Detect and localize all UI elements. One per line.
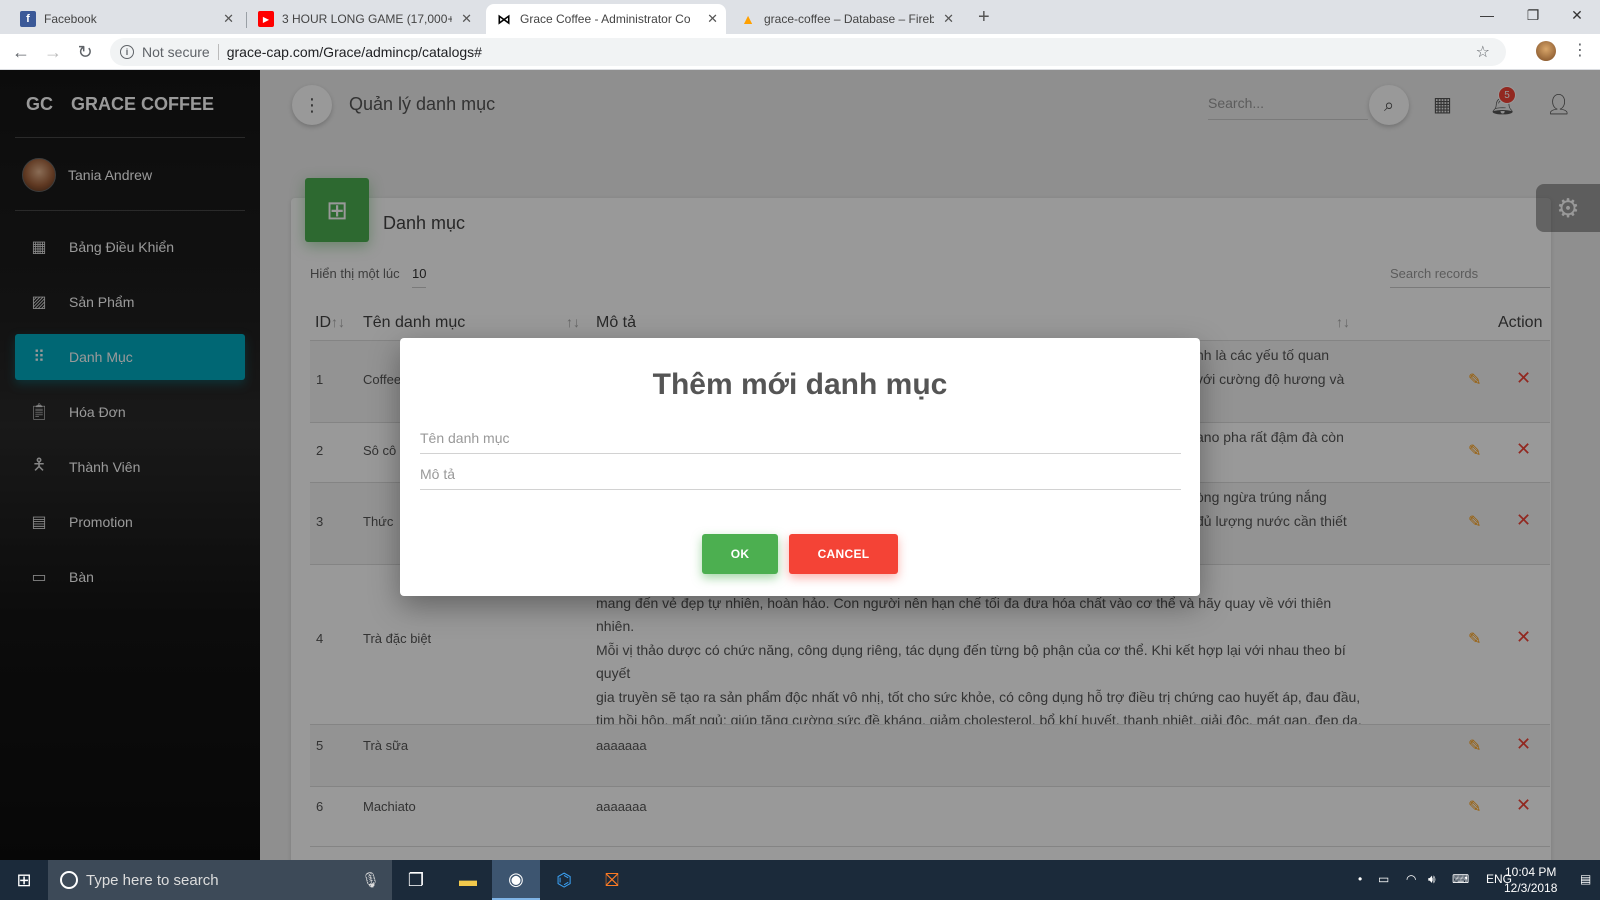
address-bar: ← → ↻ i Not secure grace-cap.com/Grace/a… xyxy=(0,34,1600,70)
clock-time: 10:04 PM xyxy=(1505,865,1557,879)
omnibox[interactable]: i Not secure grace-cap.com/Grace/admincp… xyxy=(110,38,1506,66)
windows-start-icon[interactable]: ⊞ xyxy=(0,860,48,900)
firebase-icon: ▲ xyxy=(741,11,755,27)
bookmark-star-icon[interactable]: ☆ xyxy=(1476,42,1490,62)
back-icon[interactable]: ← xyxy=(10,41,32,63)
forward-icon[interactable]: → xyxy=(42,41,64,63)
windows-taskbar: ⊞ Type here to search 🎙︎ ❐ ▬ ◉ ⌬ ⛝ • ▭ ◠… xyxy=(0,860,1600,900)
category-description-input[interactable]: Mô tả xyxy=(420,456,1181,490)
wifi-icon[interactable]: ◠ xyxy=(1406,872,1416,886)
minimize-icon[interactable]: — xyxy=(1464,0,1510,30)
reload-icon[interactable]: ↻ xyxy=(74,41,96,63)
xampp-icon[interactable]: ⛝ xyxy=(588,860,636,900)
battery-icon[interactable]: ▭ xyxy=(1378,872,1389,886)
action-center-icon[interactable]: ▤ xyxy=(1580,872,1591,886)
browser-tab-strip: f Facebook ✕ ▶ 3 HOUR LONG GAME (17,000+… xyxy=(0,0,1600,34)
bowtie-icon: ⋈ xyxy=(497,10,511,27)
facebook-icon: f xyxy=(20,11,36,27)
browser-tab-firebase[interactable]: ▲ grace-coffee – Database – Fireba ✕ xyxy=(730,4,962,34)
category-name-input[interactable]: Tên danh mục xyxy=(420,420,1181,454)
new-tab-icon[interactable]: + xyxy=(978,6,990,29)
taskbar-search-box[interactable]: Type here to search 🎙︎ xyxy=(48,860,392,900)
profile-avatar[interactable] xyxy=(1536,41,1556,61)
url-text[interactable]: grace-cap.com/Grace/admincp/catalogs# xyxy=(227,44,482,60)
vscode-icon[interactable]: ⌬ xyxy=(540,860,588,900)
omnibox-divider xyxy=(217,44,219,60)
browser-tab-youtube[interactable]: ▶ 3 HOUR LONG GAME (17,000+ A ✕ xyxy=(248,4,480,34)
close-tab-icon[interactable]: ✕ xyxy=(461,11,472,27)
browser-menu-icon[interactable]: ⋮ xyxy=(1572,40,1588,60)
clock-date: 12/3/2018 xyxy=(1504,881,1558,895)
close-tab-icon[interactable]: ✕ xyxy=(707,11,718,27)
file-explorer-icon[interactable]: ▬ xyxy=(444,860,492,900)
cortana-icon xyxy=(60,871,78,889)
close-tab-icon[interactable]: ✕ xyxy=(943,11,954,27)
tab-separator xyxy=(246,12,247,28)
volume-icon[interactable]: 🔊︎ xyxy=(1428,872,1436,887)
close-tab-icon[interactable]: ✕ xyxy=(223,11,234,27)
dialog-title: Thêm mới danh mục xyxy=(652,368,948,401)
youtube-icon: ▶ xyxy=(258,11,274,27)
ok-button[interactable]: OK xyxy=(702,534,778,574)
restore-icon[interactable]: ❐ xyxy=(1510,0,1556,30)
taskbar-clock[interactable]: 10:04 PM 12/3/2018 xyxy=(1504,864,1557,896)
task-view-icon[interactable]: ❐ xyxy=(392,860,440,900)
close-window-icon[interactable]: ✕ xyxy=(1554,0,1600,30)
browser-tab-facebook[interactable]: f Facebook ✕ xyxy=(10,4,242,34)
tray-overflow-icon[interactable]: • xyxy=(1358,872,1362,886)
security-label: Not secure xyxy=(142,44,210,60)
chrome-icon[interactable]: ◉ xyxy=(492,860,540,900)
microphone-icon[interactable]: 🎙︎ xyxy=(361,871,380,889)
info-icon[interactable]: i xyxy=(120,45,134,59)
keyboard-icon[interactable]: ⌨ xyxy=(1452,872,1469,886)
cancel-button[interactable]: CANCEL xyxy=(789,534,898,574)
add-category-dialog: Thêm mới danh mục Tên danh mục Mô tả OK … xyxy=(400,338,1200,596)
browser-tab-grace-coffee[interactable]: ⋈ Grace Coffee - Administrator Cor ✕ xyxy=(486,4,726,34)
